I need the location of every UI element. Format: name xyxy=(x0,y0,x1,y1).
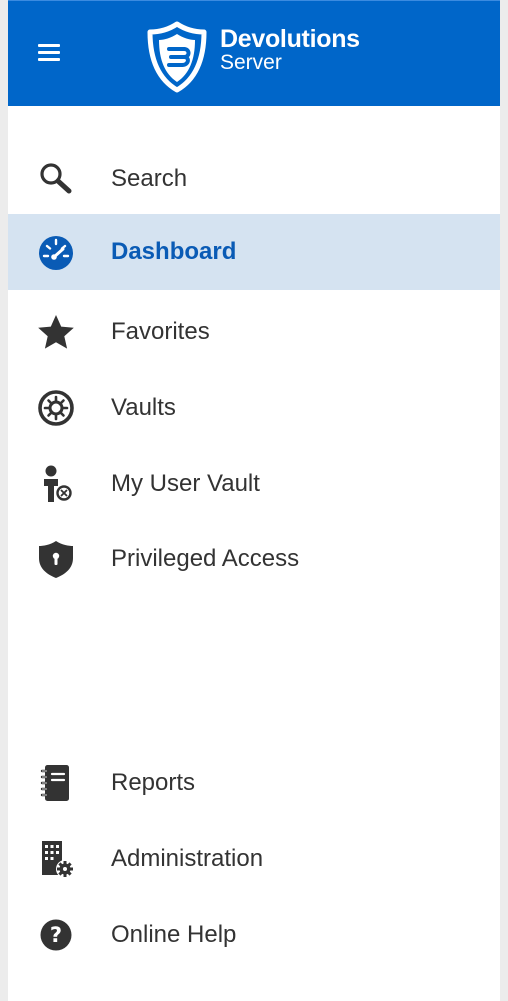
vault-icon xyxy=(36,388,76,428)
nav-item-administration[interactable]: Administration xyxy=(8,821,500,897)
nav-label-privileged-access: Privileged Access xyxy=(111,545,300,572)
administration-building-gear-icon xyxy=(36,839,76,879)
nav-label-online-help: Online Help xyxy=(111,921,237,948)
nav-item-vaults[interactable]: Vaults xyxy=(8,370,500,446)
brand-name: Devolutions xyxy=(220,25,360,53)
nav-label-vaults: Vaults xyxy=(111,394,176,421)
app-header: Devolutions Server xyxy=(8,0,500,106)
devolutions-shield-logo xyxy=(147,21,207,93)
nav-label-administration: Administration xyxy=(111,845,264,872)
nav-label-favorites: Favorites xyxy=(111,318,210,345)
brand-subtitle: Server xyxy=(220,51,282,74)
report-notebook-icon xyxy=(36,763,76,803)
hamburger-icon[interactable] xyxy=(38,44,66,66)
nav-label-reports: Reports xyxy=(111,769,196,796)
nav-item-favorites[interactable]: Favorites xyxy=(8,294,500,370)
nav-item-my-user-vault[interactable]: My User Vault xyxy=(8,446,500,522)
nav-label-search: Search xyxy=(111,165,188,192)
star-icon xyxy=(36,312,76,352)
shield-lock-icon xyxy=(36,539,76,579)
nav-item-reports[interactable]: Reports xyxy=(8,745,500,821)
svg-text:?: ? xyxy=(50,923,62,947)
app-frame: Devolutions Server Search Dashboard Favo… xyxy=(0,0,508,1001)
nav-item-online-help[interactable]: ? Online Help xyxy=(8,897,500,973)
nav-item-search[interactable]: Search xyxy=(8,141,500,217)
help-circle-icon: ? xyxy=(36,915,76,955)
brand-logo-text: Devolutions Server xyxy=(220,25,360,74)
dashboard-gauge-icon xyxy=(36,232,76,272)
nav-item-dashboard[interactable]: Dashboard xyxy=(8,214,500,290)
nav-label-my-user-vault: My User Vault xyxy=(111,470,260,497)
nav-label-dashboard: Dashboard xyxy=(111,238,237,265)
search-icon xyxy=(36,159,76,199)
user-vault-icon xyxy=(36,464,76,504)
nav-item-privileged-access[interactable]: Privileged Access xyxy=(8,521,500,597)
